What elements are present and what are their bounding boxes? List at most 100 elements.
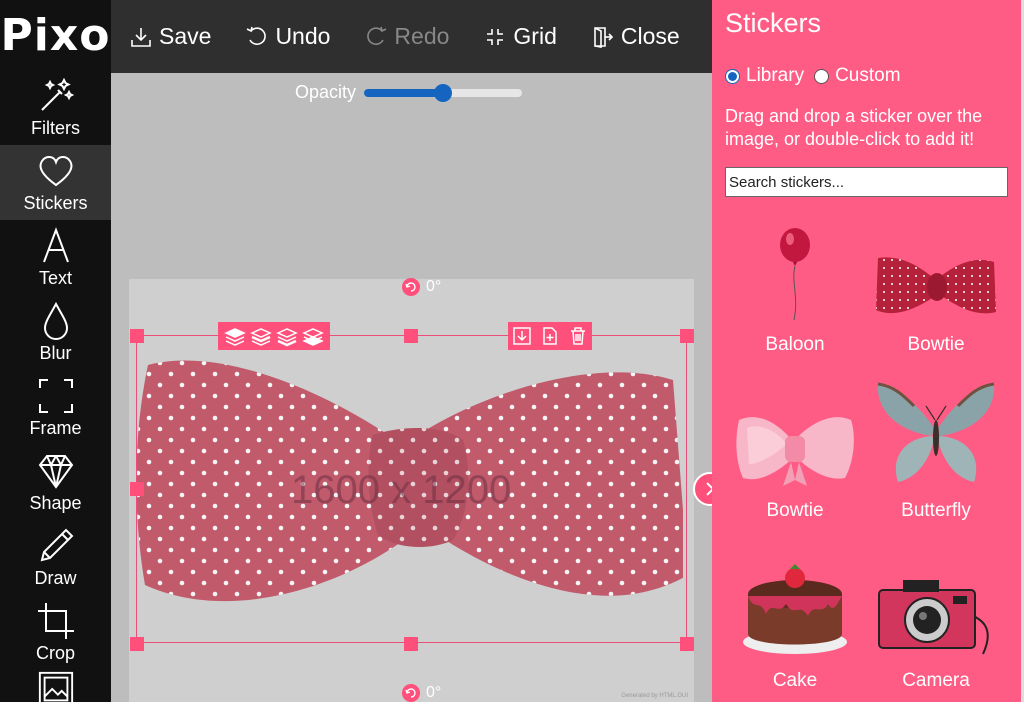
sidebar-item-draw[interactable]: Draw: [0, 520, 111, 595]
sticker-source-options: Library Custom: [725, 65, 1011, 87]
sidebar-item-label: Frame: [29, 418, 82, 438]
opacity-label: Opacity: [295, 82, 357, 102]
sticker-label: Cake: [772, 670, 818, 691]
sticker-label: Bowtie: [766, 500, 824, 521]
redo-label: Redo: [394, 23, 450, 49]
opacity-slider-thumb[interactable]: [434, 83, 453, 102]
sticker-item-butterfly[interactable]: Butterfly: [866, 366, 1006, 532]
resize-handle-se[interactable]: [680, 637, 694, 651]
diamond-icon: [38, 455, 73, 489]
image-icon: [38, 671, 73, 702]
selection-box[interactable]: [136, 335, 687, 643]
sidebar-item-blur[interactable]: Blur: [0, 295, 111, 370]
sidebar-item-label: Draw: [34, 568, 77, 588]
sticker-item-camera[interactable]: Camera: [866, 532, 1006, 702]
radio-library-label: Library: [746, 65, 805, 86]
grid-button[interactable]: Grid: [483, 23, 557, 50]
panel-title: Stickers: [725, 8, 822, 38]
resize-handle-s[interactable]: [404, 637, 418, 651]
rotation-bottom-label: 0°: [426, 684, 442, 701]
butterfly-icon: [877, 382, 995, 482]
sidebar-item-frame[interactable]: Frame: [0, 370, 111, 445]
sticker-grid: Baloon Bowtie Bowtie Butterfly Cake Came…: [725, 211, 1011, 702]
undo-button[interactable]: Undo: [245, 23, 330, 50]
panel-instructions: Drag and drop a sticker over the image, …: [725, 106, 983, 149]
frame-corners-icon: [38, 379, 73, 413]
opacity-slider-fill: [364, 88, 444, 97]
sticker-item-bowtie-red[interactable]: Bowtie: [866, 211, 1006, 366]
layers-bring-front-icon[interactable]: [224, 325, 246, 347]
pixo-logo: Pixo: [0, 9, 111, 61]
sidebar-item-label: Shape: [29, 493, 82, 513]
sticker-actions: [508, 322, 592, 350]
trash-icon[interactable]: [568, 326, 588, 346]
sidebar-item-label: Crop: [35, 643, 75, 663]
opacity-control: Opacity: [295, 82, 523, 103]
layer-controls: [218, 322, 330, 350]
grid-arrows-icon: [487, 28, 504, 45]
credit-text: Generated by HTML.GUI: [621, 693, 688, 699]
layers-send-back-icon[interactable]: [302, 325, 324, 347]
sticker-label: Bowtie: [907, 334, 965, 355]
undo-icon: [247, 26, 267, 45]
resize-handle-w[interactable]: [130, 482, 144, 496]
sidebar-item-label: Text: [38, 268, 72, 288]
download-icon: [131, 27, 151, 47]
balloon-icon: [780, 228, 810, 321]
magic-wand-icon: [40, 77, 74, 111]
grid-label: Grid: [513, 23, 557, 49]
duplicate-icon[interactable]: [540, 326, 560, 346]
rotate-icon: [405, 282, 416, 292]
radio-dot[interactable]: [814, 68, 830, 84]
sidebar-item-crop[interactable]: Crop: [0, 595, 111, 670]
radio-custom-label: Custom: [835, 65, 901, 86]
redo-button[interactable]: Redo: [364, 23, 449, 50]
sidebar-item-image[interactable]: [0, 670, 111, 702]
sticker-item-baloon[interactable]: Baloon: [725, 211, 865, 366]
sticker-item-bowtie-pink[interactable]: Bowtie: [725, 366, 865, 532]
sidebar-item-shape[interactable]: Shape: [0, 445, 111, 520]
resize-handle-nw[interactable]: [130, 329, 144, 343]
save-button[interactable]: Save: [129, 23, 211, 50]
heart-icon: [39, 156, 72, 187]
radio-dot-selected[interactable]: [725, 68, 740, 84]
camera-icon: [878, 580, 989, 655]
save-label: Save: [159, 23, 212, 49]
opacity-slider[interactable]: [364, 83, 523, 102]
top-toolbar: Save Undo Redo Grid Close: [111, 0, 712, 73]
undo-label: Undo: [275, 23, 331, 49]
editor-canvas: Opacity 1600 x 1200 0° 0° Generated by H…: [111, 73, 727, 702]
cake-icon: [743, 564, 847, 654]
rotation-top-label: 0°: [426, 278, 442, 295]
rotate-handle-top[interactable]: 0°: [402, 278, 441, 296]
sidebar-item-label: Blur: [39, 343, 72, 363]
tool-sidebar: Pixo Filters Stickers Text Blur Frame Sh…: [0, 0, 111, 702]
resize-handle-ne[interactable]: [680, 329, 694, 343]
stickers-panel: Stickers Library Custom Drag and drop a …: [712, 0, 1024, 702]
layers-backward-icon[interactable]: [276, 325, 298, 347]
rotate-handle-bottom[interactable]: 0°: [402, 684, 441, 702]
layers-forward-icon[interactable]: [250, 325, 272, 347]
sticker-label: Butterfly: [901, 500, 971, 521]
radio-custom[interactable]: Custom: [814, 65, 901, 87]
resize-handle-sw[interactable]: [130, 637, 144, 651]
close-button[interactable]: Close: [591, 23, 680, 50]
close-label: Close: [620, 23, 680, 49]
radio-library[interactable]: Library: [725, 65, 804, 87]
sticker-item-cake[interactable]: Cake: [725, 532, 865, 702]
pink-bowtie-icon: [736, 417, 854, 486]
text-a-icon: [42, 227, 69, 263]
download-icon[interactable]: [512, 326, 532, 346]
sidebar-item-filters[interactable]: Filters: [0, 70, 111, 145]
crop-icon: [37, 603, 74, 639]
sidebar-item-stickers[interactable]: Stickers: [0, 145, 111, 220]
sticker-search-input[interactable]: [725, 167, 1008, 197]
redo-icon: [367, 26, 387, 45]
sidebar-item-label: Filters: [31, 118, 80, 138]
sticker-label: Camera: [902, 670, 970, 691]
exit-door-icon: [594, 26, 613, 48]
pencil-icon: [40, 528, 73, 562]
resize-handle-n[interactable]: [404, 329, 418, 343]
sidebar-item-text[interactable]: Text: [0, 220, 111, 295]
droplet-icon: [43, 301, 68, 340]
